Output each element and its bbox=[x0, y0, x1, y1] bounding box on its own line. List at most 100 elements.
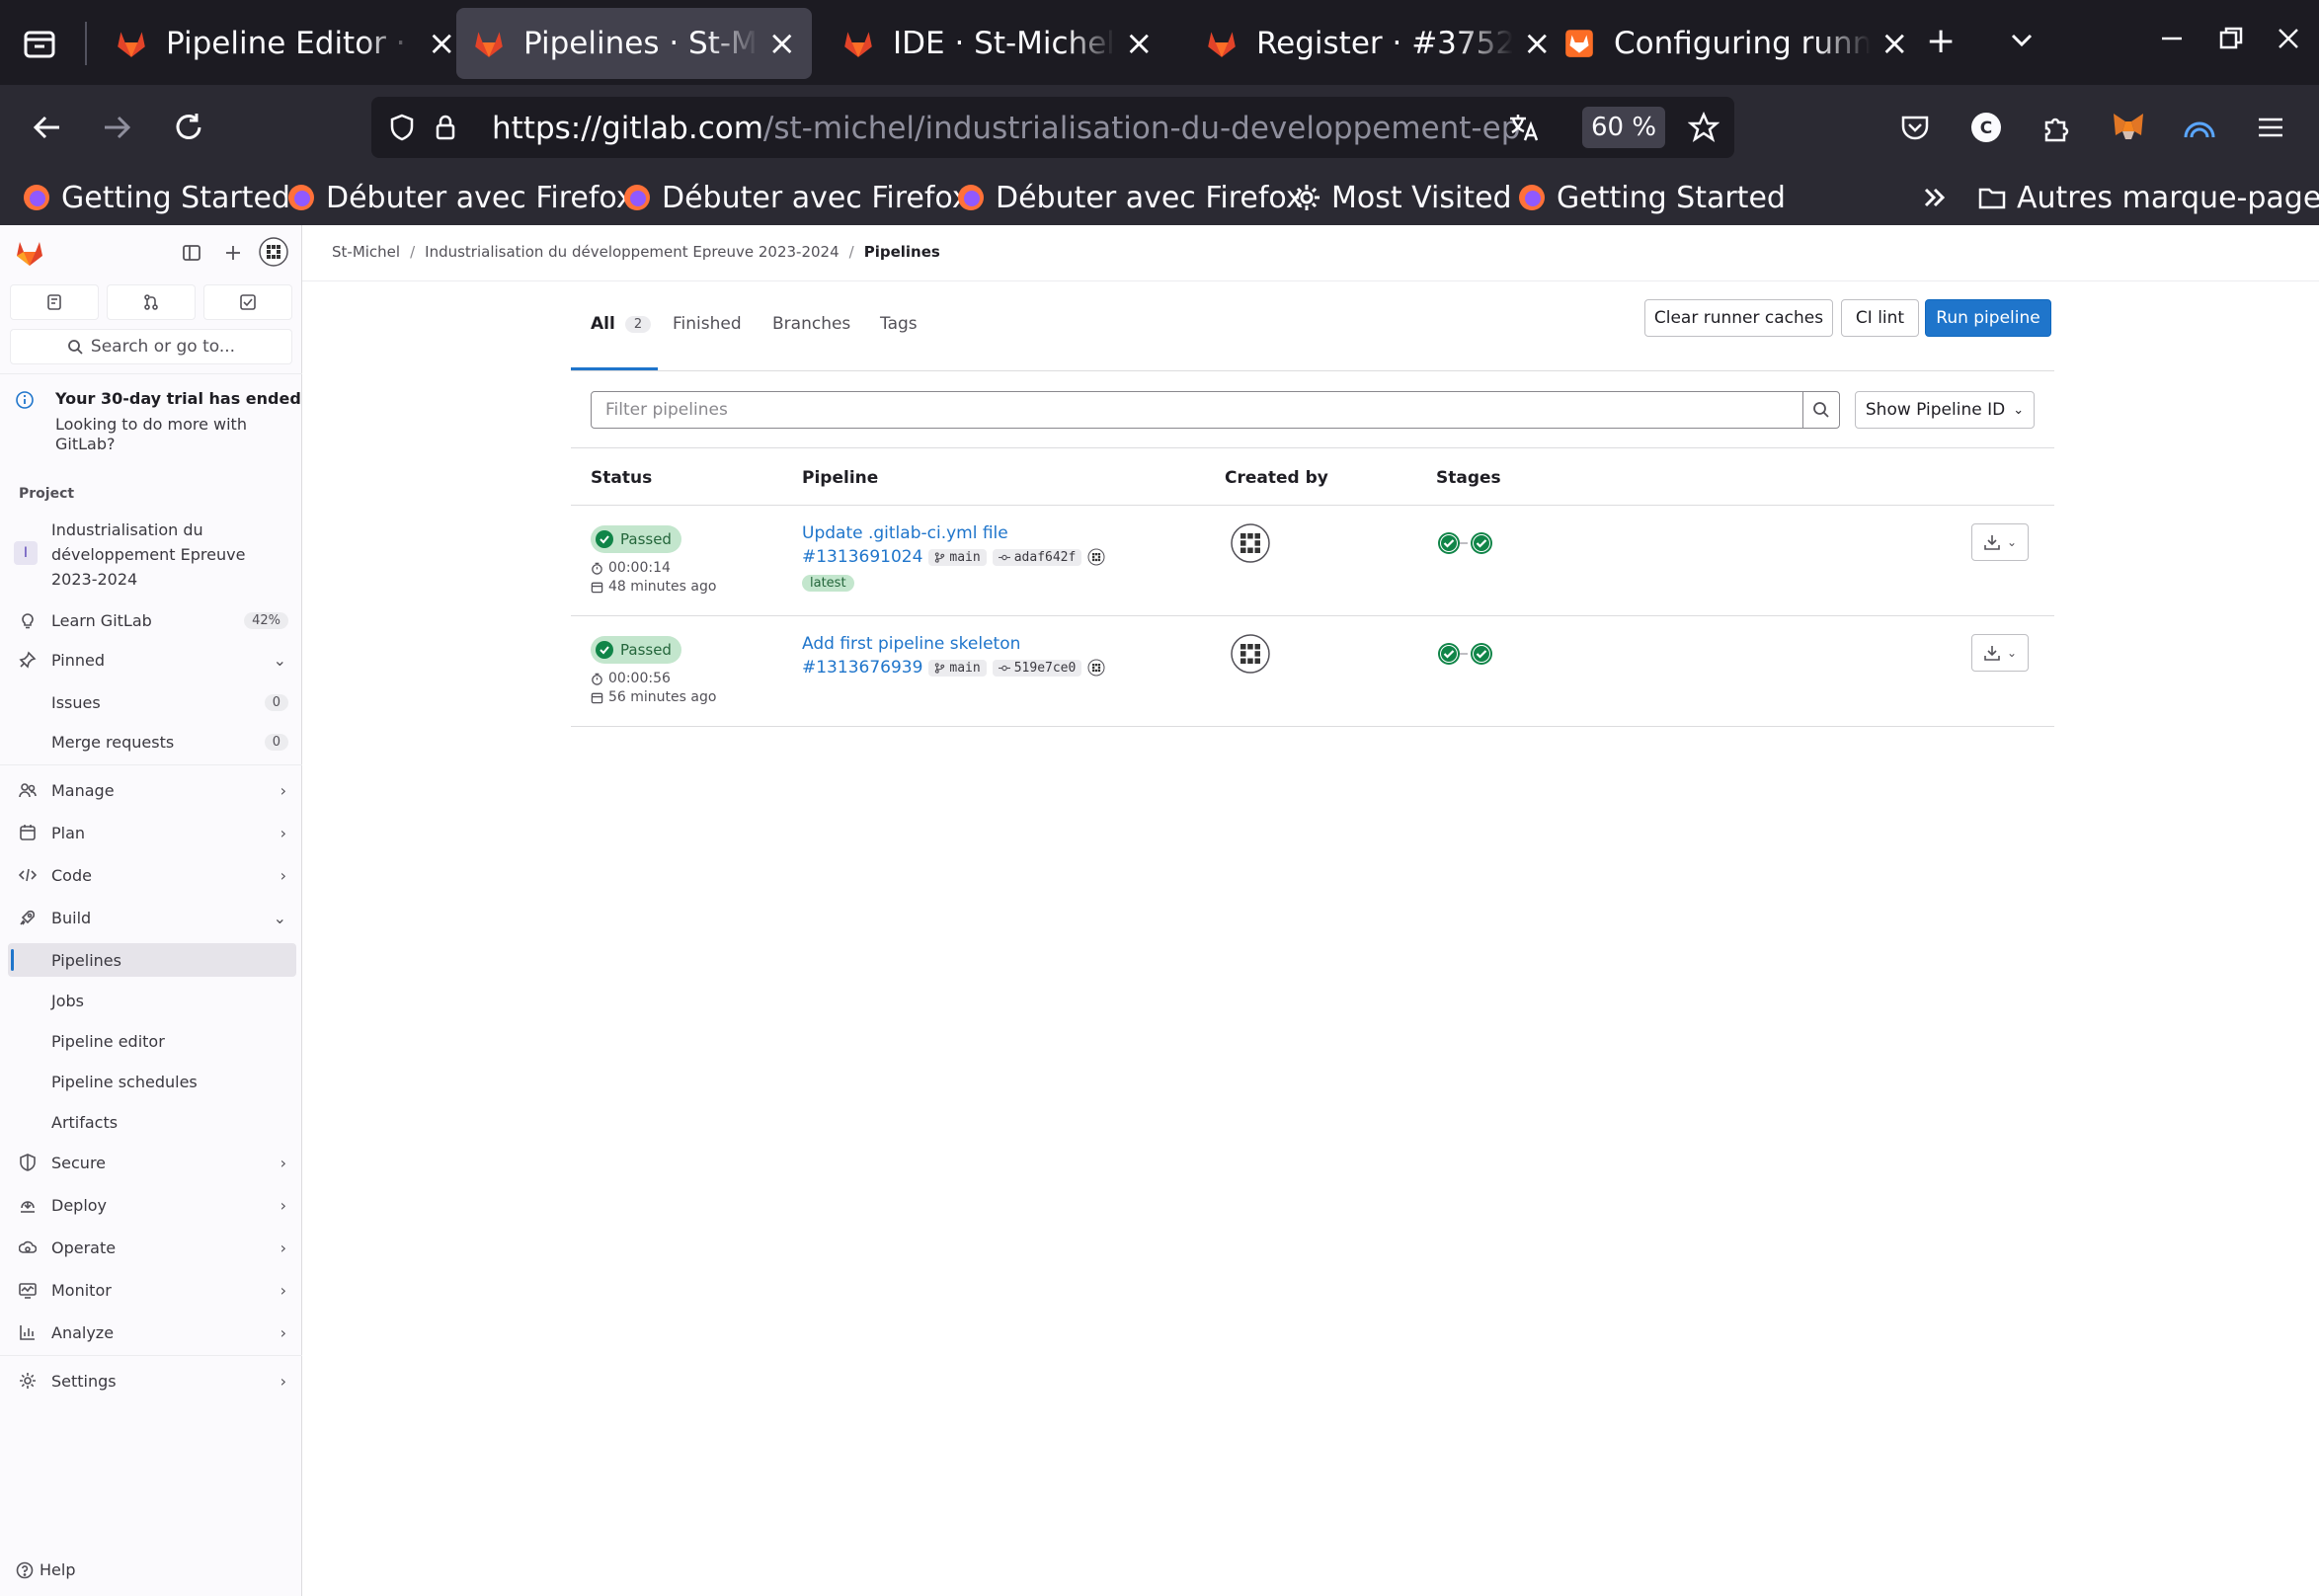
collapse-sidebar-icon[interactable] bbox=[182, 243, 201, 263]
metamask-fox-icon[interactable] bbox=[2106, 105, 2151, 150]
sidebar-item-build[interactable]: Build ⌄ bbox=[8, 901, 296, 934]
merge-requests-shortcut-button[interactable] bbox=[107, 284, 196, 320]
menu-icon[interactable] bbox=[2248, 105, 2293, 150]
close-icon[interactable]: × bbox=[428, 27, 456, 60]
firefox-view-icon[interactable] bbox=[20, 24, 59, 63]
sidebar-item-pipeline-editor[interactable]: Pipeline editor bbox=[8, 1024, 296, 1058]
tab-pipeline-editor[interactable]: Pipeline Editor · St-Michel × bbox=[99, 8, 472, 79]
sidebar-item-pipelines[interactable]: Pipelines bbox=[8, 943, 296, 977]
sidebar-item-code[interactable]: Code › bbox=[8, 858, 296, 892]
download-artifacts-button[interactable]: ⌄ bbox=[1971, 634, 2029, 672]
breadcrumb-project[interactable]: Industrialisation du développement Epreu… bbox=[425, 243, 840, 261]
todos-shortcut-button[interactable] bbox=[203, 284, 292, 320]
help-button[interactable]: Help bbox=[16, 1560, 75, 1579]
branch-chip[interactable]: main bbox=[928, 659, 987, 677]
sidebar-item-operate[interactable]: Operate › bbox=[8, 1231, 296, 1264]
pocket-icon[interactable] bbox=[1892, 105, 1938, 150]
extension-c-icon[interactable]: C bbox=[1963, 105, 2009, 150]
filter-pipelines-input[interactable] bbox=[591, 391, 1803, 429]
forward-icon[interactable] bbox=[95, 105, 140, 150]
pipeline-commit-title[interactable]: Add first pipeline skeleton bbox=[802, 634, 1020, 654]
sidebar-item-merge-requests[interactable]: Merge requests 0 bbox=[8, 725, 296, 758]
restore-icon[interactable] bbox=[2216, 24, 2246, 60]
new-tab-icon[interactable]: + bbox=[1926, 24, 1956, 59]
close-icon[interactable]: × bbox=[1125, 27, 1154, 60]
status-badge[interactable]: Passed bbox=[591, 636, 681, 664]
pipeline-id-link[interactable]: #1313691024 bbox=[802, 547, 922, 567]
sidebar-item-monitor[interactable]: Monitor › bbox=[8, 1273, 296, 1307]
clear-runner-caches-button[interactable]: Clear runner caches bbox=[1644, 299, 1833, 337]
close-window-icon[interactable] bbox=[2274, 24, 2303, 60]
vpn-icon[interactable] bbox=[2177, 105, 2222, 150]
reload-icon[interactable] bbox=[166, 105, 211, 150]
other-bookmarks-folder[interactable]: Autres marque-pages bbox=[1977, 178, 2319, 217]
bookmarks-overflow-icon[interactable] bbox=[1920, 178, 1950, 217]
tab-finished[interactable]: Finished bbox=[673, 314, 742, 334]
tab-pipelines[interactable]: Pipelines · St-Michel × bbox=[456, 8, 812, 79]
commit-chip[interactable]: 519e7ce0 bbox=[992, 659, 1082, 677]
bookmark-debuter-firefox[interactable]: Débuter avec Firefox bbox=[622, 178, 970, 217]
sidebar-item-manage[interactable]: Manage › bbox=[8, 773, 296, 807]
breadcrumb-current[interactable]: Pipelines bbox=[864, 243, 940, 261]
zoom-level[interactable]: 60 % bbox=[1582, 107, 1665, 148]
bookmark-debuter-firefox[interactable]: Débuter avec Firefox bbox=[956, 178, 1304, 217]
pipeline-id-link[interactable]: #1313676939 bbox=[802, 658, 922, 678]
filter-search-button[interactable] bbox=[1802, 391, 1840, 429]
close-icon[interactable]: × bbox=[768, 27, 797, 60]
breadcrumb-group[interactable]: St-Michel bbox=[332, 243, 400, 261]
stage-passed-icon[interactable] bbox=[1437, 642, 1461, 666]
tab-register[interactable]: Register · #375218 × bbox=[1189, 8, 1567, 79]
user-avatar[interactable] bbox=[259, 237, 288, 267]
creator-avatar[interactable] bbox=[1231, 523, 1270, 563]
commit-author-avatar[interactable] bbox=[1087, 659, 1105, 677]
translate-icon[interactable] bbox=[1503, 107, 1545, 148]
list-tabs-icon[interactable] bbox=[2007, 26, 2037, 62]
sidebar-item-plan[interactable]: Plan › bbox=[8, 816, 296, 849]
sidebar-item-settings[interactable]: Settings › bbox=[8, 1364, 296, 1397]
sidebar-item-analyze[interactable]: Analyze › bbox=[8, 1316, 296, 1349]
tab-configuring-runners[interactable]: Configuring runners × bbox=[1547, 8, 1925, 79]
close-icon[interactable]: × bbox=[1880, 27, 1909, 60]
bookmark-getting-started[interactable]: Getting Started bbox=[1517, 178, 1786, 217]
sidebar-item-deploy[interactable]: Deploy › bbox=[8, 1188, 296, 1222]
bookmark-most-visited[interactable]: Most Visited bbox=[1292, 178, 1512, 217]
commit-author-avatar[interactable] bbox=[1087, 548, 1105, 566]
stage-passed-icon[interactable] bbox=[1470, 642, 1493, 666]
sidebar-item-artifacts[interactable]: Artifacts bbox=[8, 1105, 296, 1139]
gitlab-logo-icon[interactable] bbox=[14, 237, 45, 269]
tab-all[interactable]: All 2 bbox=[591, 314, 652, 334]
search-or-go-to-button[interactable]: Search or go to... bbox=[10, 329, 292, 364]
commit-chip[interactable]: adaf642f bbox=[992, 548, 1082, 566]
stage-passed-icon[interactable] bbox=[1437, 531, 1461, 555]
lock-icon[interactable] bbox=[425, 107, 466, 148]
tab-branches[interactable]: Branches bbox=[772, 314, 850, 334]
stage-passed-icon[interactable] bbox=[1470, 531, 1493, 555]
bookmark-getting-started[interactable]: Getting Started bbox=[22, 178, 290, 217]
show-pipeline-id-dropdown[interactable]: Show Pipeline ID ⌄ bbox=[1855, 391, 2035, 429]
tracking-protection-shield-icon[interactable] bbox=[381, 107, 423, 148]
download-artifacts-button[interactable]: ⌄ bbox=[1971, 523, 2029, 561]
tab-ide[interactable]: IDE · St-Michel / Industrialisation × bbox=[826, 8, 1169, 79]
minimize-icon[interactable] bbox=[2157, 24, 2187, 60]
url-text[interactable]: https://gitlab.com/st-michel/industriali… bbox=[492, 111, 1519, 146]
run-pipeline-button[interactable]: Run pipeline bbox=[1925, 299, 2051, 337]
sidebar-item-jobs[interactable]: Jobs bbox=[8, 984, 296, 1017]
back-icon[interactable] bbox=[24, 105, 69, 150]
bookmark-star-icon[interactable] bbox=[1683, 107, 1724, 148]
ci-lint-button[interactable]: CI lint bbox=[1841, 299, 1919, 337]
branch-chip[interactable]: main bbox=[928, 548, 987, 566]
issues-shortcut-button[interactable] bbox=[10, 284, 99, 320]
sidebar-item-learn-gitlab[interactable]: Learn GitLab 42% bbox=[8, 603, 296, 637]
sidebar-item-pinned[interactable]: Pinned ⌄ bbox=[8, 643, 296, 677]
status-badge[interactable]: Passed bbox=[591, 525, 681, 553]
create-new-icon[interactable] bbox=[223, 243, 243, 263]
pipeline-commit-title[interactable]: Update .gitlab-ci.yml file bbox=[802, 523, 1008, 543]
sidebar-item-secure[interactable]: Secure › bbox=[8, 1146, 296, 1179]
sidebar-item-issues[interactable]: Issues 0 bbox=[8, 685, 296, 719]
bookmark-debuter-firefox[interactable]: Débuter avec Firefox bbox=[286, 178, 634, 217]
url-bar[interactable]: https://gitlab.com/st-michel/industriali… bbox=[371, 97, 1734, 158]
extensions-puzzle-icon[interactable] bbox=[2035, 105, 2080, 150]
sidebar-item-pipeline-schedules[interactable]: Pipeline schedules bbox=[8, 1065, 296, 1098]
creator-avatar[interactable] bbox=[1231, 634, 1270, 674]
tab-tags[interactable]: Tags bbox=[880, 314, 918, 334]
